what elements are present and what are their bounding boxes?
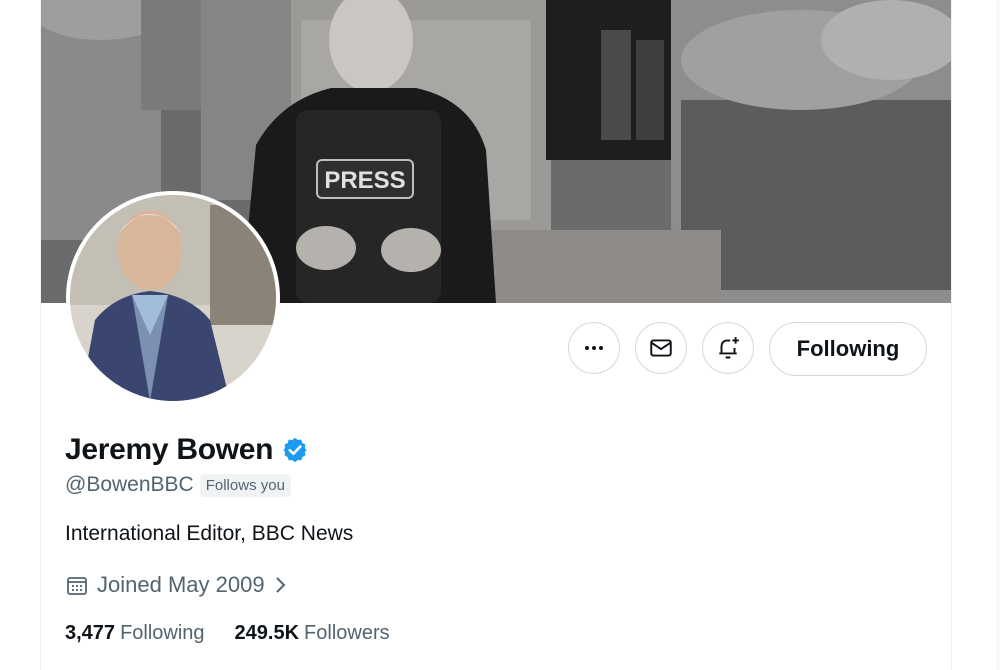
notifications-button[interactable] [702,322,754,374]
message-button[interactable] [635,322,687,374]
scrollbar-track[interactable] [996,0,1000,670]
display-name: Jeremy Bowen [65,433,274,466]
press-label: PRESS [324,167,405,194]
verified-badge-icon[interactable] [281,436,309,464]
profile-name-row: Jeremy Bowen [65,433,309,467]
follows-you-badge: Follows you [199,473,291,497]
follow-stats: 3,477 Following 249.5K Followers [65,622,420,645]
followers-stat[interactable]: 249.5K Followers [235,622,390,645]
handle: @BowenBBC [65,473,194,496]
envelope-icon [650,339,672,357]
avatar[interactable] [66,191,280,405]
avatar-image [70,195,276,401]
bell-plus-icon [719,337,739,359]
more-button[interactable] [568,322,620,374]
joined-date[interactable]: Joined May 2009 [65,572,289,598]
profile-column: PRESS Following Jeremy Bowen @BowenBBC F… [40,0,952,670]
chevron-right-icon [275,577,285,593]
followers-label: Followers [304,622,390,644]
following-count: 3,477 [65,622,116,644]
following-label: Following [120,622,205,644]
joined-text: Joined May 2009 [97,572,265,597]
followers-count: 249.5K [234,622,300,644]
bio: International Editor, BBC News [65,522,354,545]
following-stat[interactable]: 3,477 Following [65,622,205,645]
following-button[interactable]: Following [769,322,927,376]
calendar-icon [67,577,87,595]
more-icon [585,346,603,350]
handle-row: @BowenBBC Follows you [65,473,291,497]
